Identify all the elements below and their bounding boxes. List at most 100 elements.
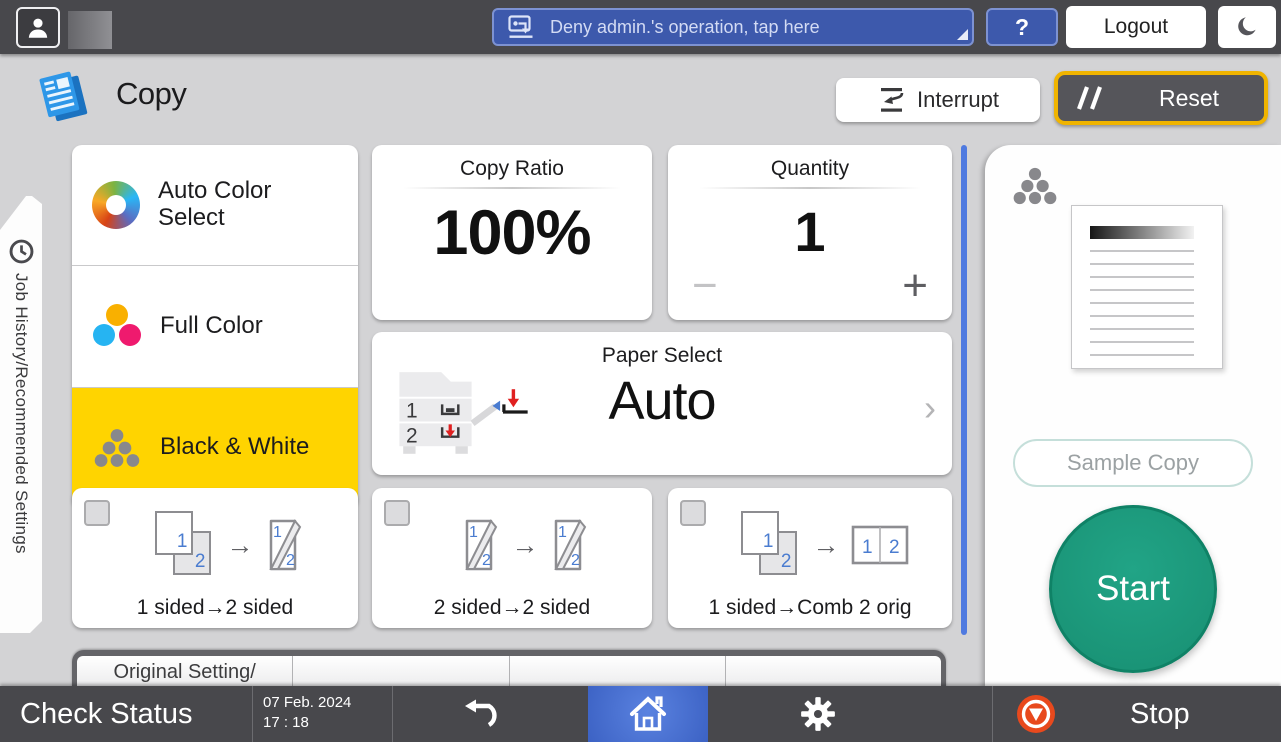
interrupt-label: Interrupt xyxy=(917,87,999,112)
color-mode-list: Auto Color Select Full Color Black & Whi… xyxy=(72,145,358,508)
back-button[interactable] xyxy=(450,694,510,734)
arrow-icon: → xyxy=(812,529,840,560)
vertical-scrollbar[interactable] xyxy=(961,145,967,635)
paper-select-card[interactable]: Paper Select Auto › 1 2 xyxy=(372,332,952,475)
original-setting-button[interactable]: Original Setting/ xyxy=(77,656,294,686)
logout-button[interactable]: Logout xyxy=(1066,6,1206,48)
paper-select-value: Auto xyxy=(608,371,716,431)
copy-ratio-value: 100% xyxy=(433,198,591,268)
home-icon xyxy=(630,696,666,731)
svg-text:1: 1 xyxy=(862,537,873,558)
date-text: 07 Feb. 2024 xyxy=(263,694,352,711)
status-badge xyxy=(68,11,112,49)
black-white-icon xyxy=(94,428,140,467)
svg-text:1: 1 xyxy=(469,524,478,541)
duplex-option-label: 1 sided→2 sided xyxy=(136,596,294,619)
duplex-option-combine-2-originals[interactable]: 2 1 → 1 2 1 sided→Comb 2 orig xyxy=(668,488,952,628)
user-login-button[interactable] xyxy=(16,7,60,48)
start-button[interactable]: Start xyxy=(1049,505,1217,673)
svg-text:2: 2 xyxy=(286,552,295,569)
job-history-tab[interactable]: Job History/Recommended Settings xyxy=(0,196,42,633)
single-sided-pages-icon: 2 1 xyxy=(737,509,803,581)
mode-auto-color-select[interactable]: Auto Color Select xyxy=(72,145,358,267)
job-preview-panel: Sample Copy Start xyxy=(985,145,1281,686)
duplex-option-1sided-2sided[interactable]: 2 1 → 1 2 1 sided→2 sided xyxy=(72,488,358,628)
sleep-mode-button[interactable] xyxy=(1218,6,1276,48)
quantity-label: Quantity xyxy=(770,157,850,180)
check-status-button[interactable]: Check Status xyxy=(20,686,192,742)
duplex-icon-group: 2 1 → 1 2 xyxy=(668,502,952,588)
duplex-option-label: 1 sided→Comb 2 orig xyxy=(708,596,912,619)
svg-text:2: 2 xyxy=(482,552,491,569)
divider xyxy=(392,686,393,742)
paper-select-label: Paper Select xyxy=(601,344,723,367)
reset-icon xyxy=(1077,86,1102,110)
chevron-right-icon: › xyxy=(924,387,936,428)
copy-ratio-card[interactable]: Copy Ratio 100% xyxy=(372,145,652,320)
arrow-icon: → xyxy=(226,529,254,560)
time-text: 17 : 18 xyxy=(263,714,309,732)
mode-label: Full Color xyxy=(160,312,263,340)
stop-label: Stop xyxy=(1130,697,1190,730)
quantity-decrease-button[interactable]: − xyxy=(692,264,718,308)
two-sided-page-icon: 1 2 xyxy=(553,519,586,571)
page-title: Copy xyxy=(116,76,187,111)
svg-text:2: 2 xyxy=(571,552,580,569)
clock-icon xyxy=(8,238,35,265)
auto-color-icon xyxy=(92,181,140,230)
arrow-icon: → xyxy=(511,529,539,560)
copy-app-icon xyxy=(39,71,88,122)
two-sided-page-icon: 1 2 xyxy=(268,519,301,571)
datetime-display: 07 Feb. 2024 17 : 18 xyxy=(263,693,351,734)
duplex-icon-group: 1 2 → 1 2 xyxy=(372,502,652,588)
quantity-value: 1 xyxy=(794,200,826,263)
mode-label: Auto Color Select xyxy=(158,177,272,232)
setting-button[interactable] xyxy=(509,656,726,686)
home-button[interactable] xyxy=(588,686,708,742)
preview-gradient-bar xyxy=(1090,226,1194,239)
setting-button[interactable] xyxy=(725,656,941,686)
tray-1-number: 1 xyxy=(406,400,418,423)
copy-ratio-label: Copy Ratio xyxy=(460,157,564,180)
notification-fold-corner xyxy=(957,29,968,40)
two-sided-page-icon: 1 2 xyxy=(464,519,497,571)
svg-text:1: 1 xyxy=(558,524,567,541)
help-button[interactable]: ? xyxy=(986,8,1058,46)
full-color-icon xyxy=(92,304,142,348)
back-arrow-icon xyxy=(465,699,497,727)
reset-button[interactable]: Reset xyxy=(1054,71,1268,125)
duplex-icon-group: 2 1 → 1 2 xyxy=(72,502,358,588)
user-icon xyxy=(28,18,48,38)
divider xyxy=(699,187,921,189)
bottom-system-bar: Check Status 07 Feb. 2024 17 : 18 Stop xyxy=(0,686,1281,742)
svg-text:1: 1 xyxy=(273,524,282,541)
job-history-tab-label: Job History/Recommended Settings xyxy=(12,273,31,554)
tray-2-number: 2 xyxy=(406,424,418,447)
document-preview xyxy=(1071,205,1223,369)
top-status-bar: Deny admin.'s operation, tap here ? Logo… xyxy=(0,0,1281,54)
duplex-option-label: 2 sided→2 sided xyxy=(433,596,591,619)
stop-icon xyxy=(1017,695,1055,733)
mode-label: Black & White xyxy=(160,433,310,461)
combine-page-icon: 1 2 xyxy=(851,525,908,565)
divider xyxy=(402,187,622,189)
svg-text:2: 2 xyxy=(889,537,900,558)
setting-button[interactable] xyxy=(293,656,510,686)
interrupt-button[interactable]: Interrupt xyxy=(836,78,1040,122)
moon-icon xyxy=(1238,17,1256,36)
quantity-increase-button[interactable]: + xyxy=(902,264,928,308)
admin-notification-banner[interactable]: Deny admin.'s operation, tap here xyxy=(492,8,974,46)
black-white-indicator-icon xyxy=(1013,167,1057,205)
quantity-card[interactable]: Quantity 1 − + xyxy=(668,145,952,320)
divider xyxy=(252,686,253,742)
paper-tray-icon: 1 2 xyxy=(399,372,528,454)
copier-touchscreen: Deny admin.'s operation, tap here ? Logo… xyxy=(0,0,1281,742)
duplex-option-2sided-2sided[interactable]: 1 2 → 1 2 2 sided→2 sided xyxy=(372,488,652,628)
admin-operation-icon xyxy=(508,15,533,38)
sample-copy-button[interactable]: Sample Copy xyxy=(1013,439,1253,487)
copy-app-main: Copy Interrupt Reset Job History/Recomme… xyxy=(0,54,1281,686)
settings-button[interactable] xyxy=(796,694,840,734)
mode-full-color[interactable]: Full Color xyxy=(72,266,358,388)
divider xyxy=(992,686,993,742)
stop-button[interactable]: Stop xyxy=(1010,686,1190,742)
